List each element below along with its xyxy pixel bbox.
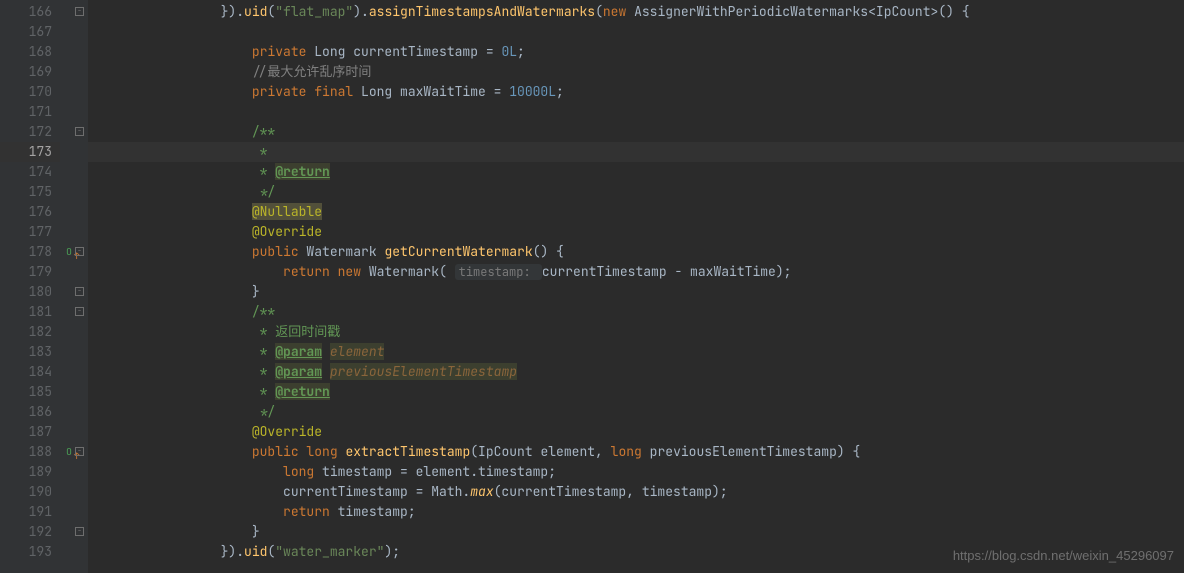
gutter-annotation	[60, 222, 88, 242]
gutter-annotation	[60, 82, 88, 102]
gutter-annotation	[60, 382, 88, 402]
line-number: 188	[0, 442, 60, 462]
gutter-annotation	[60, 42, 88, 62]
gutter-annotation	[60, 62, 88, 82]
line-number: 169	[0, 62, 60, 82]
code-line[interactable]: *	[88, 142, 1184, 162]
gutter-annotation: -	[60, 2, 88, 22]
line-number: 182	[0, 322, 60, 342]
line-number: 190	[0, 482, 60, 502]
gutter-annotation: -	[60, 122, 88, 142]
gutter-annotation: -	[60, 522, 88, 542]
fold-icon[interactable]: -	[75, 527, 84, 536]
fold-icon[interactable]: -	[75, 247, 84, 256]
watermark-text: https://blog.csdn.net/weixin_45296097	[953, 548, 1174, 563]
line-number: 192	[0, 522, 60, 542]
code-line[interactable]: * @param element	[88, 342, 1184, 362]
line-number: 187	[0, 422, 60, 442]
gutter-annotations: --O↑---O↑--	[60, 0, 88, 573]
code-line[interactable]: }).uid("flat_map").assignTimestampsAndWa…	[88, 2, 1184, 22]
gutter-annotation	[60, 142, 88, 162]
fold-icon[interactable]: -	[75, 307, 84, 316]
gutter-annotation	[60, 502, 88, 522]
code-line[interactable]: /**	[88, 122, 1184, 142]
code-line[interactable]: */	[88, 402, 1184, 422]
line-number: 183	[0, 342, 60, 362]
line-number: 172	[0, 122, 60, 142]
gutter-annotation	[60, 262, 88, 282]
fold-icon[interactable]: -	[75, 127, 84, 136]
line-number: 171	[0, 102, 60, 122]
gutter-annotation: -	[60, 302, 88, 322]
gutter-annotation	[60, 402, 88, 422]
line-number: 178	[0, 242, 60, 262]
line-number: 179	[0, 262, 60, 282]
code-line[interactable]: * @return	[88, 162, 1184, 182]
code-line[interactable]: @Nullable	[88, 202, 1184, 222]
fold-icon[interactable]: -	[75, 447, 84, 456]
gutter-annotation	[60, 162, 88, 182]
gutter-annotation	[60, 22, 88, 42]
line-number: 181	[0, 302, 60, 322]
gutter-annotation	[60, 482, 88, 502]
fold-icon[interactable]: -	[75, 287, 84, 296]
line-number: 174	[0, 162, 60, 182]
gutter-annotation	[60, 342, 88, 362]
line-number: 176	[0, 202, 60, 222]
gutter-annotation	[60, 462, 88, 482]
line-number: 185	[0, 382, 60, 402]
gutter-annotation	[60, 322, 88, 342]
gutter-annotation	[60, 362, 88, 382]
gutter-annotation	[60, 182, 88, 202]
code-line[interactable]: }	[88, 282, 1184, 302]
gutter-annotation: -	[60, 282, 88, 302]
code-line[interactable]: //最大允许乱序时间	[88, 62, 1184, 82]
line-number: 167	[0, 22, 60, 42]
code-line[interactable]: private final Long maxWaitTime = 10000L;	[88, 82, 1184, 102]
code-area[interactable]: }).uid("flat_map").assignTimestampsAndWa…	[88, 0, 1184, 573]
line-number: 189	[0, 462, 60, 482]
line-number: 180	[0, 282, 60, 302]
line-number: 166	[0, 2, 60, 22]
code-line[interactable]: public long extractTimestamp(IpCount ele…	[88, 442, 1184, 462]
line-number: 184	[0, 362, 60, 382]
code-line[interactable]: @Override	[88, 222, 1184, 242]
gutter-annotation	[60, 102, 88, 122]
line-number: 193	[0, 542, 60, 562]
code-line[interactable]: */	[88, 182, 1184, 202]
code-line[interactable]: }	[88, 522, 1184, 542]
line-number: 175	[0, 182, 60, 202]
code-line[interactable]	[88, 102, 1184, 122]
gutter-annotation	[60, 542, 88, 562]
gutter-annotation: O↑-	[60, 242, 88, 262]
gutter-annotation	[60, 202, 88, 222]
code-line[interactable]: public Watermark getCurrentWatermark() {	[88, 242, 1184, 262]
fold-icon[interactable]: -	[75, 7, 84, 16]
line-number: 173	[0, 142, 60, 162]
code-line[interactable]: * 返回时间戳	[88, 322, 1184, 342]
code-line[interactable]: * @param previousElementTimestamp	[88, 362, 1184, 382]
code-line[interactable]: currentTimestamp = Math.max(currentTimes…	[88, 482, 1184, 502]
line-number-gutter: 1661671681691701711721731741751761771781…	[0, 0, 60, 573]
code-line[interactable]: return timestamp;	[88, 502, 1184, 522]
code-line[interactable]	[88, 22, 1184, 42]
line-number: 191	[0, 502, 60, 522]
code-line[interactable]: long timestamp = element.timestamp;	[88, 462, 1184, 482]
code-line[interactable]: return new Watermark( timestamp: current…	[88, 262, 1184, 282]
code-line[interactable]: * @return	[88, 382, 1184, 402]
line-number: 186	[0, 402, 60, 422]
code-line[interactable]: @Override	[88, 422, 1184, 442]
line-number: 177	[0, 222, 60, 242]
gutter-annotation: O↑-	[60, 442, 88, 462]
line-number: 168	[0, 42, 60, 62]
code-line[interactable]: private Long currentTimestamp = 0L;	[88, 42, 1184, 62]
line-number: 170	[0, 82, 60, 102]
code-line[interactable]: /**	[88, 302, 1184, 322]
code-editor: 1661671681691701711721731741751761771781…	[0, 0, 1184, 573]
gutter-annotation	[60, 422, 88, 442]
